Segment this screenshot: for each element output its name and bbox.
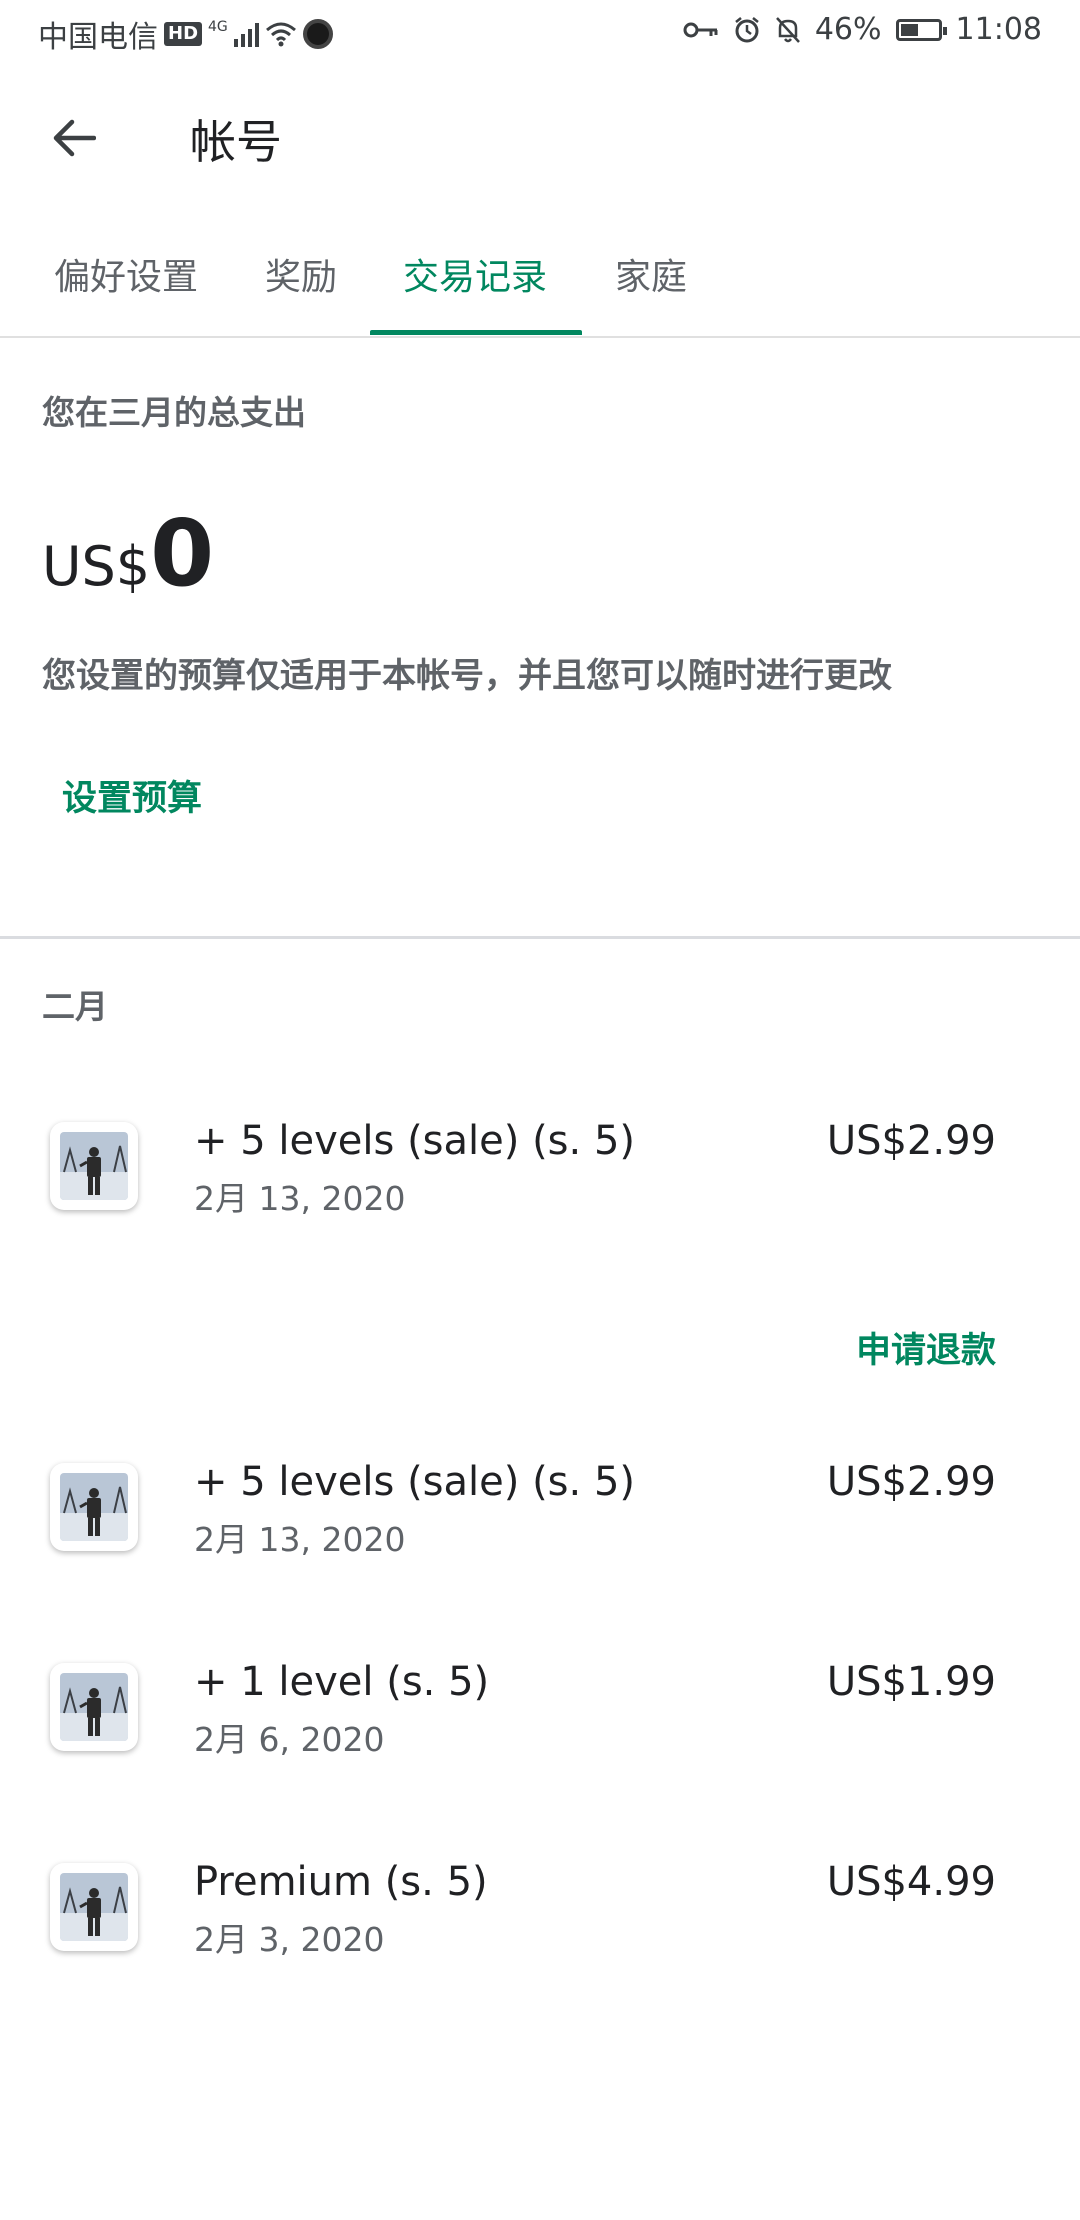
transaction-date: 2月 13, 2020 [194, 1520, 406, 1559]
tab-preferences[interactable]: 偏好设置 [54, 248, 198, 300]
signal-icon [233, 21, 259, 47]
transaction-date: 2月 6, 2020 [194, 1720, 385, 1759]
status-left: 中国电信 HD 4G [38, 12, 333, 56]
mute-bell-icon [775, 16, 800, 43]
spend-currency: US$ [42, 535, 151, 598]
transaction-name: + 1 level (s. 5) [194, 1659, 490, 1705]
budget-description: 您设置的预算仅适用于本帐号，并且您可以随时进行更改 [42, 656, 892, 696]
transaction-row[interactable]: + 5 levels (sale) (s. 5) 2月 13, 2020 US$… [0, 1118, 1080, 1252]
transaction-date: 2月 3, 2020 [194, 1920, 385, 1959]
wifi-icon [265, 22, 296, 47]
month-header: 二月 [42, 987, 108, 1026]
transaction-price: US$2.99 [826, 1459, 996, 1505]
transaction-name: + 5 levels (sale) (s. 5) [194, 1459, 635, 1505]
app-icon [50, 1122, 138, 1210]
app-icon [50, 1463, 138, 1551]
transaction-name: Premium (s. 5) [194, 1859, 488, 1905]
status-bar: 中国电信 HD 4G 46% 11:08 [0, 0, 1080, 62]
battery-percent: 46% [814, 12, 882, 47]
tab-rewards[interactable]: 奖励 [265, 248, 337, 300]
transaction-row[interactable]: + 5 levels (sale) (s. 5) 2月 13, 2020 US$… [0, 1459, 1080, 1593]
section-divider [0, 936, 1080, 939]
clock: 11:08 [955, 12, 1042, 47]
transaction-price: US$1.99 [826, 1659, 996, 1705]
transaction-name: + 5 levels (sale) (s. 5) [194, 1118, 635, 1164]
battery-icon [895, 18, 947, 41]
tab-bar: 偏好设置 奖励 交易记录 家庭 [0, 230, 1080, 338]
back-button[interactable] [44, 108, 104, 168]
transaction-price: US$4.99 [826, 1859, 996, 1905]
transaction-price: US$2.99 [826, 1118, 996, 1164]
hd-badge: HD [164, 22, 203, 46]
network-type: 4G [208, 19, 228, 35]
notification-app-icon [302, 19, 333, 49]
tab-family[interactable]: 家庭 [615, 248, 687, 300]
active-tab-indicator [370, 330, 582, 335]
status-right: 46% 11:08 [683, 12, 1042, 47]
alarm-icon [735, 16, 759, 42]
spend-value: 0 [150, 500, 215, 607]
transaction-row[interactable]: + 1 level (s. 5) 2月 6, 2020 US$1.99 [0, 1659, 1080, 1793]
arrow-left-icon [53, 119, 96, 157]
transaction-row[interactable]: Premium (s. 5) 2月 3, 2020 US$4.99 [0, 1859, 1080, 1993]
app-icon [50, 1863, 138, 1951]
carrier-name: 中国电信 [38, 20, 158, 55]
app-icon [50, 1663, 138, 1751]
tab-transactions[interactable]: 交易记录 [403, 248, 547, 300]
spend-total: US$ 0 [42, 500, 214, 607]
request-refund-button[interactable]: 申请退款 [856, 1322, 996, 1373]
vpn-key-icon [683, 22, 718, 37]
page-title: 帐号 [190, 115, 282, 169]
monthly-spend-label: 您在三月的总支出 [42, 393, 306, 432]
transaction-date: 2月 13, 2020 [194, 1179, 406, 1218]
set-budget-button[interactable]: 设置预算 [62, 770, 202, 821]
